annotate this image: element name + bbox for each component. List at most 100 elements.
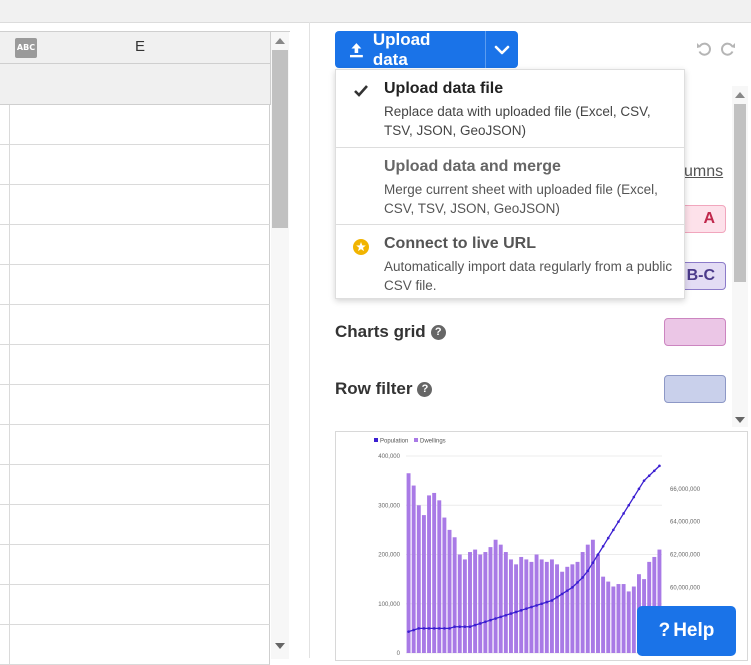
help-button[interactable]: ? Help bbox=[637, 606, 736, 656]
row-filter-label: Row filter bbox=[335, 379, 413, 398]
header-row[interactable] bbox=[0, 64, 271, 105]
sheet-row[interactable] bbox=[0, 145, 270, 185]
dwellings-bar bbox=[596, 554, 600, 653]
population-point bbox=[463, 625, 467, 629]
panel-divider[interactable] bbox=[309, 22, 310, 658]
menu-item-desc: Replace data with uploaded file (Excel, … bbox=[384, 104, 651, 138]
dwellings-bar bbox=[478, 554, 483, 653]
sheet-row[interactable] bbox=[0, 225, 270, 265]
population-point bbox=[555, 595, 559, 599]
dwellings-bar bbox=[621, 584, 626, 653]
dwellings-bar bbox=[416, 505, 421, 653]
redo-icon[interactable] bbox=[720, 41, 736, 57]
scroll-down-icon[interactable] bbox=[735, 417, 745, 423]
dwellings-bar bbox=[483, 552, 488, 653]
dwellings-bar bbox=[524, 559, 529, 653]
upload-data-label: Upload data bbox=[372, 29, 431, 69]
help-icon[interactable]: ? bbox=[417, 381, 433, 397]
population-point bbox=[550, 599, 554, 602]
upload-options-menu: Upload data file Replace data with uploa… bbox=[335, 69, 685, 299]
menu-item-title: Upload data and merge bbox=[384, 158, 561, 175]
population-point bbox=[627, 503, 631, 507]
population-point bbox=[473, 623, 477, 627]
menu-item-upload-data-file[interactable]: Upload data file Replace data with uploa… bbox=[336, 70, 684, 147]
row-filter-color-swatch[interactable] bbox=[664, 375, 726, 403]
upload-icon bbox=[349, 42, 363, 57]
dwellings-bar bbox=[611, 586, 616, 653]
population-point bbox=[478, 622, 482, 625]
scroll-up-icon[interactable] bbox=[275, 38, 285, 44]
scroll-thumb[interactable] bbox=[272, 50, 288, 228]
population-point bbox=[581, 576, 584, 579]
population-point bbox=[509, 612, 513, 615]
population-point bbox=[525, 607, 528, 610]
columns-link[interactable]: umns bbox=[684, 163, 723, 181]
spreadsheet[interactable]: ABC E bbox=[0, 31, 290, 665]
dwellings-bar bbox=[601, 576, 606, 653]
population-point bbox=[606, 536, 610, 540]
sheet-row[interactable] bbox=[0, 625, 270, 665]
question-icon: ? bbox=[658, 620, 671, 641]
upload-options-button[interactable] bbox=[485, 31, 518, 68]
sheet-row[interactable] bbox=[0, 545, 270, 585]
menu-item-desc: Automatically import data regularly from… bbox=[384, 259, 673, 293]
top-bar bbox=[0, 0, 751, 23]
scroll-thumb[interactable] bbox=[734, 104, 746, 282]
sheet-row[interactable] bbox=[0, 505, 270, 545]
sheet-row[interactable] bbox=[0, 265, 270, 305]
undo-icon[interactable] bbox=[696, 41, 712, 57]
dwellings-bar bbox=[585, 544, 590, 653]
dwellings-bar bbox=[421, 515, 426, 653]
left-tick-label: 300,000 bbox=[378, 503, 400, 509]
menu-item-upload-and-merge[interactable]: Upload data and merge Merge current shee… bbox=[336, 147, 684, 224]
dwellings-bar bbox=[549, 559, 554, 653]
population-point bbox=[560, 592, 564, 596]
menu-item-connect-live-url[interactable]: Connect to live URL Automatically import… bbox=[336, 224, 684, 299]
dwellings-bar bbox=[565, 566, 570, 653]
sheet-row[interactable] bbox=[0, 425, 270, 465]
population-point bbox=[453, 625, 456, 629]
dwellings-bar bbox=[406, 473, 411, 653]
left-tick-label: 100,000 bbox=[378, 602, 400, 608]
sheet-scrollbar[interactable] bbox=[271, 32, 289, 659]
population-point bbox=[591, 561, 595, 565]
column-header-e[interactable]: ABC E bbox=[0, 32, 271, 64]
population-point bbox=[519, 609, 523, 612]
sheet-row[interactable] bbox=[0, 465, 270, 505]
help-icon[interactable]: ? bbox=[430, 324, 446, 340]
population-point bbox=[658, 464, 661, 468]
sheet-row[interactable] bbox=[0, 305, 270, 345]
population-point bbox=[545, 600, 549, 604]
upload-data-button[interactable]: Upload data bbox=[335, 29, 485, 69]
population-point bbox=[422, 627, 426, 630]
legend-label-population: Population bbox=[380, 439, 408, 445]
dwellings-bar bbox=[626, 591, 631, 653]
sheet-row[interactable] bbox=[0, 345, 270, 385]
population-point bbox=[514, 610, 518, 614]
star-icon bbox=[353, 239, 369, 255]
charts-grid-label: Charts grid bbox=[335, 322, 426, 341]
dwellings-bar bbox=[488, 547, 493, 653]
settings-scrollbar[interactable] bbox=[732, 86, 748, 427]
sheet-row[interactable] bbox=[0, 585, 270, 625]
population-point bbox=[427, 627, 431, 630]
sheet-row[interactable] bbox=[0, 185, 270, 225]
population-point bbox=[468, 625, 472, 629]
sheet-row[interactable] bbox=[0, 385, 270, 425]
population-point bbox=[647, 474, 651, 477]
population-point bbox=[489, 618, 492, 622]
text-type-icon: ABC bbox=[15, 38, 37, 58]
charts-grid-color-swatch[interactable] bbox=[664, 318, 726, 346]
dwellings-bar bbox=[514, 564, 519, 653]
population-point bbox=[407, 630, 410, 633]
population-point bbox=[612, 528, 615, 532]
population-point bbox=[530, 605, 533, 609]
scroll-up-icon[interactable] bbox=[735, 92, 745, 98]
population-point bbox=[565, 589, 569, 592]
sheet-row[interactable] bbox=[0, 105, 270, 145]
dwellings-bar bbox=[539, 559, 544, 653]
chevron-down-icon bbox=[494, 45, 510, 54]
population-point bbox=[617, 520, 620, 523]
scroll-down-icon[interactable] bbox=[275, 643, 285, 649]
dwellings-bar bbox=[575, 561, 580, 653]
